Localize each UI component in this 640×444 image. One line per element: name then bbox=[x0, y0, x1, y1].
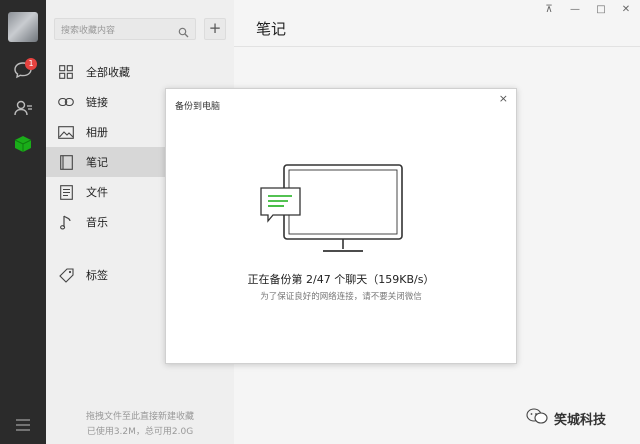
sidebar-item-label: 文件 bbox=[86, 186, 108, 199]
unread-badge: 1 bbox=[25, 58, 37, 70]
backup-hint-text: 为了保证良好的网络连接，请不要关闭微信 bbox=[260, 292, 422, 302]
sidebar-item-label: 标签 bbox=[86, 269, 108, 282]
sidebar-item-all[interactable]: 全部收藏 bbox=[46, 57, 234, 87]
drag-hint-text: 拖拽文件至此直接新建收藏 bbox=[85, 412, 194, 422]
add-favorite-button[interactable]: + bbox=[204, 18, 226, 40]
grid-icon bbox=[58, 64, 74, 80]
music-icon bbox=[58, 214, 74, 230]
backup-dialog: 备份到电脑 × 正在备份第 2/47 个聊天（159KB/s） 为了保证良好的网… bbox=[165, 88, 517, 364]
watermark-logo-icon bbox=[526, 407, 548, 429]
title-divider bbox=[234, 46, 640, 47]
sidebar-item-label: 相册 bbox=[86, 126, 108, 139]
minimize-button[interactable]: — bbox=[568, 4, 582, 15]
backup-progress-text: 正在备份第 2/47 个聊天（159KB/s） bbox=[247, 273, 435, 286]
storage-usage-text: 已使用3.2M，总可用2.0G bbox=[86, 427, 194, 437]
search-placeholder: 搜索收藏内容 bbox=[61, 26, 116, 36]
link-icon bbox=[58, 94, 74, 110]
sidebar-item-label: 全部收藏 bbox=[86, 66, 130, 79]
dialog-title: 备份到电脑 bbox=[175, 102, 221, 112]
sidebar-item-label: 链接 bbox=[86, 96, 108, 109]
maximize-button[interactable]: □ bbox=[594, 4, 608, 15]
close-button[interactable]: ✕ bbox=[619, 4, 633, 15]
dialog-close-icon[interactable]: × bbox=[499, 92, 508, 105]
favorites-cube-icon[interactable] bbox=[11, 132, 35, 156]
left-rail: 1 bbox=[0, 0, 46, 444]
tag-icon bbox=[58, 267, 74, 283]
menu-icon[interactable] bbox=[11, 413, 35, 437]
image-icon bbox=[58, 124, 74, 140]
avatar[interactable] bbox=[8, 12, 38, 42]
page-title: 笔记 bbox=[256, 20, 287, 38]
pin-icon[interactable]: ⊼ bbox=[542, 4, 556, 15]
watermark-text: 笑城科技 bbox=[554, 412, 607, 428]
search-icon[interactable] bbox=[178, 23, 189, 42]
computer-backup-illustration bbox=[260, 163, 410, 262]
sidebar-item-label: 笔记 bbox=[86, 156, 108, 169]
search-input[interactable]: 搜索收藏内容 bbox=[54, 18, 196, 40]
note-icon bbox=[58, 154, 74, 170]
contacts-icon[interactable] bbox=[11, 96, 35, 120]
sidebar-item-label: 音乐 bbox=[86, 216, 108, 229]
watermark: 笑城科技 bbox=[526, 407, 606, 429]
file-icon bbox=[58, 184, 74, 200]
